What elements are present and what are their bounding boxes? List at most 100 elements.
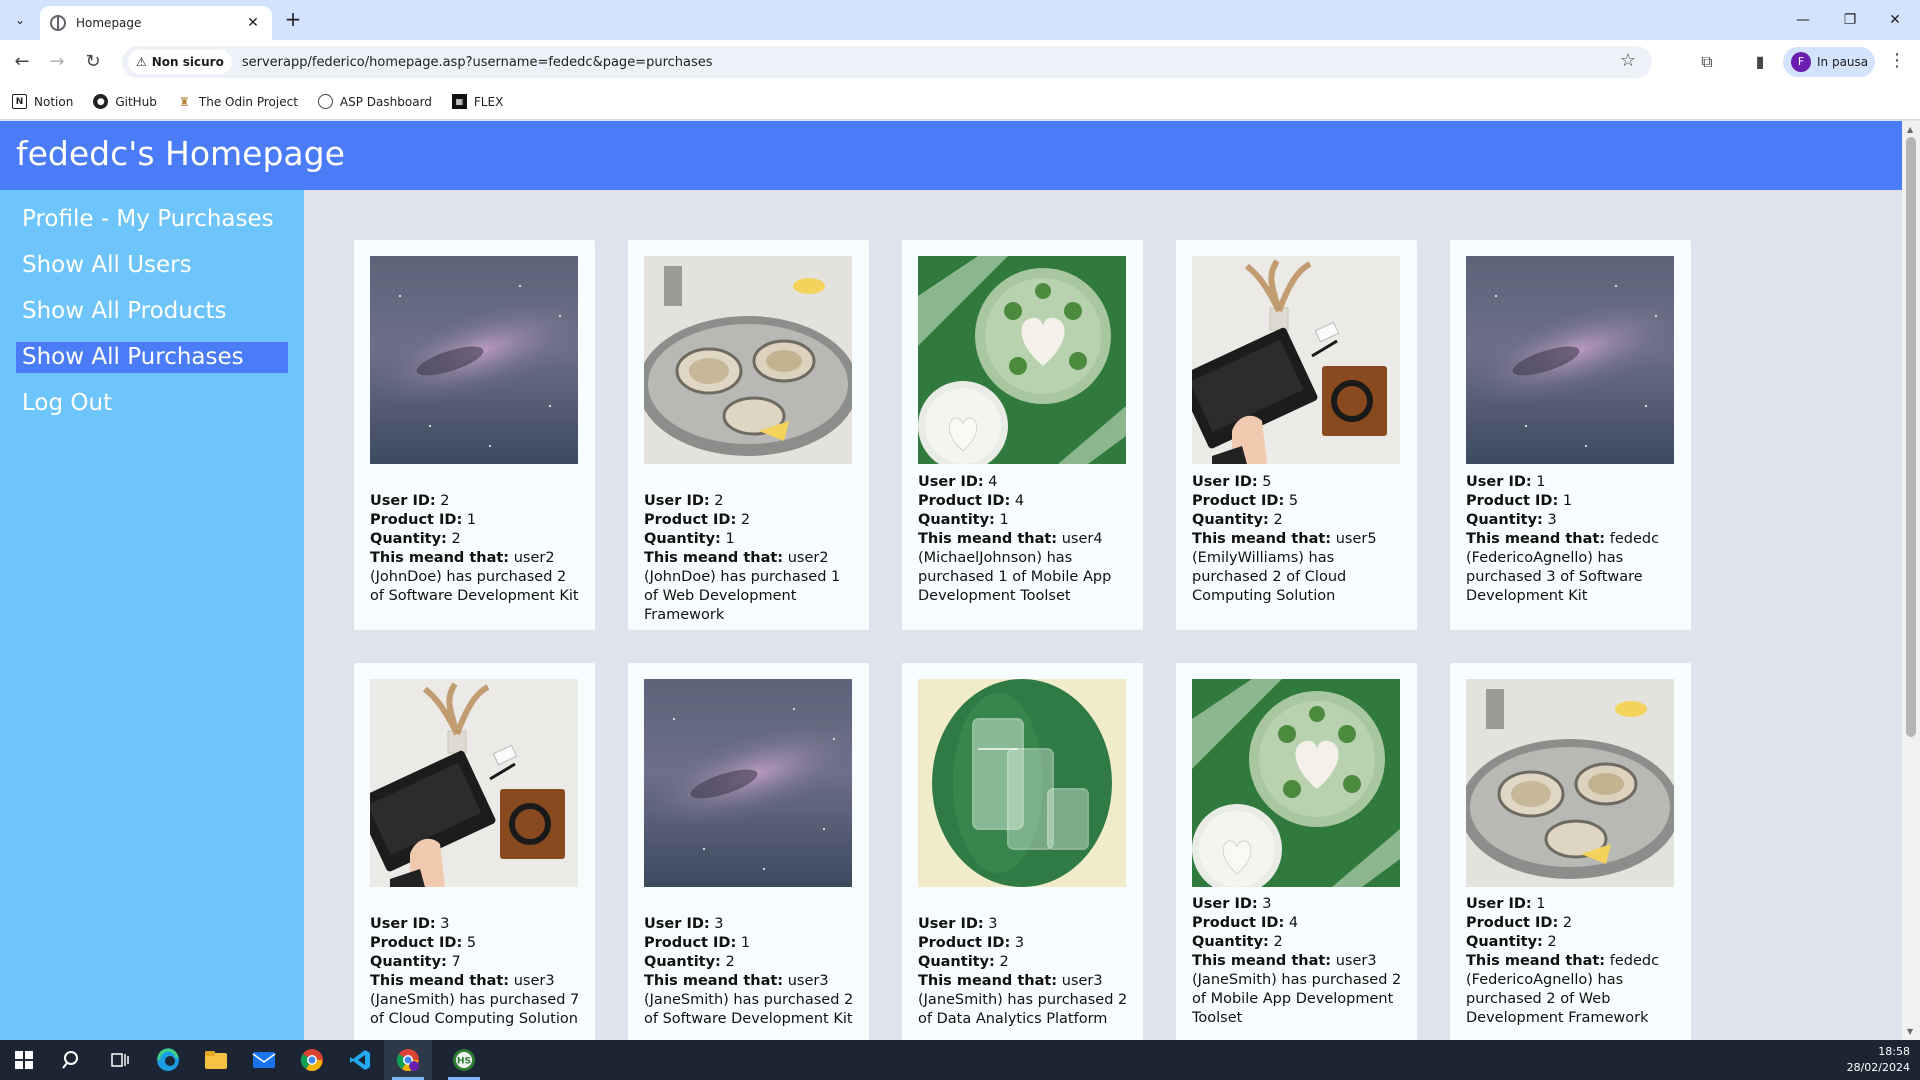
user-id-label: User ID:	[1466, 896, 1532, 912]
purchase-meaning: This meand that: fededc (FedericoAgnello…	[1466, 952, 1678, 1028]
system-clock[interactable]: 18:58 28/02/2024	[1847, 1044, 1910, 1076]
bookmark-star-icon[interactable]: ☆	[1620, 50, 1636, 71]
hs-app-icon[interactable]: HS	[440, 1040, 488, 1080]
sidebar-item-users[interactable]: Show All Users	[16, 250, 288, 281]
purchase-meaning: This meand that: fededc (FedericoAgnello…	[1466, 530, 1678, 606]
sidebar-item-profile[interactable]: Profile - My Purchases	[16, 204, 288, 235]
restore-icon[interactable]: ❐	[1827, 6, 1873, 34]
quantity-value: 1	[725, 531, 735, 547]
user-id-label: User ID:	[644, 916, 710, 932]
purchase-card: User ID: 3 Product ID: 4 Quantity: 2 This m…	[1176, 663, 1417, 1040]
product-image	[1466, 256, 1674, 464]
address-bar[interactable]: ⚠ Non sicuro serverapp/federico/homepage…	[122, 46, 1652, 78]
purchase-meaning: This meand that: user2 (JohnDoe) has pur…	[370, 549, 582, 606]
clock-date: 28/02/2024	[1846, 1061, 1910, 1074]
profile-button[interactable]: F In pausa	[1783, 47, 1875, 77]
scroll-up-icon[interactable]: ▲	[1907, 125, 1913, 134]
close-window-icon[interactable]: ✕	[1872, 6, 1918, 34]
bookmark-github[interactable]: ● GitHub	[93, 94, 157, 109]
purchase-details: User ID: 2 Product ID: 2 Quantity: 1 This m…	[644, 492, 856, 625]
product-id-label: Product ID:	[918, 935, 1011, 951]
product-id-value: 3	[1014, 935, 1025, 951]
bookmark-asp-dashboard[interactable]: ASP Dashboard	[317, 94, 432, 109]
back-icon[interactable]: ←	[8, 48, 36, 76]
reload-icon[interactable]: ↻	[79, 48, 107, 76]
extensions-icon[interactable]: ⧉	[1695, 50, 1719, 74]
edge-icon[interactable]	[144, 1040, 192, 1080]
menu-dots-icon[interactable]: ⋮	[1888, 50, 1906, 71]
warning-icon: ⚠	[136, 55, 147, 69]
quantity-line: Quantity: 2	[370, 530, 582, 549]
mail-icon[interactable]	[240, 1040, 288, 1080]
product-image	[918, 256, 1126, 464]
quantity-line: Quantity: 2	[1192, 933, 1404, 952]
purchase-card: User ID: 3 Product ID: 1 Quantity: 2 This m…	[628, 663, 869, 1040]
clock-time: 18:58	[1878, 1045, 1910, 1058]
tab-search-chevron-icon[interactable]: ⌄	[8, 8, 32, 32]
scrollbar[interactable]: ▲ ▼	[1902, 121, 1920, 1040]
sidebar-item-purchases[interactable]: Show All Purchases	[16, 342, 288, 373]
quantity-line: Quantity: 2	[1466, 933, 1678, 952]
minimize-icon[interactable]: —	[1780, 6, 1826, 34]
user-id-line: User ID: 4	[918, 473, 1130, 492]
search-icon[interactable]	[48, 1040, 96, 1080]
user-id-value: 3	[988, 916, 998, 932]
security-chip[interactable]: ⚠ Non sicuro	[128, 50, 232, 74]
meaning-label: This meand that:	[1192, 531, 1332, 547]
site-header: fededc's Homepage	[0, 121, 1902, 190]
bookmark-flex[interactable]: ▦ FLEX	[451, 94, 503, 109]
product-id-line: Product ID: 3	[918, 934, 1130, 953]
purchases-grid: User ID: 2 Product ID: 1 Quantity: 2 This m…	[304, 190, 1902, 1040]
chrome-profile-icon[interactable]	[384, 1040, 432, 1080]
product-id-label: Product ID:	[1192, 493, 1285, 509]
page-viewport: fededc's Homepage Profile - My Purchases…	[0, 121, 1920, 1040]
meaning-label: This meand that:	[1466, 531, 1606, 547]
purchase-card: User ID: 1 Product ID: 2 Quantity: 2 This m…	[1450, 663, 1691, 1040]
url-text[interactable]: serverapp/federico/homepage.asp?username…	[242, 55, 713, 70]
quantity-label: Quantity:	[1466, 934, 1543, 950]
quantity-label: Quantity:	[918, 512, 995, 528]
vscode-icon[interactable]	[336, 1040, 384, 1080]
quantity-label: Quantity:	[918, 954, 995, 970]
purchase-details: User ID: 3 Product ID: 4 Quantity: 2 This m…	[1192, 895, 1404, 1028]
task-view-icon[interactable]	[96, 1040, 144, 1080]
product-id-label: Product ID:	[644, 935, 737, 951]
browser-tab[interactable]: Homepage ✕	[40, 6, 272, 40]
new-tab-button[interactable]: +	[280, 7, 306, 33]
sidebar-item-products[interactable]: Show All Products	[16, 296, 288, 327]
product-image	[1466, 679, 1674, 887]
sidebar-item-logout[interactable]: Log Out	[16, 388, 288, 419]
quantity-label: Quantity:	[370, 954, 447, 970]
side-panel-icon[interactable]: ▮	[1748, 50, 1772, 74]
close-tab-icon[interactable]: ✕	[244, 15, 262, 31]
purchase-meaning: This meand that: user3 (JaneSmith) has p…	[918, 972, 1130, 1029]
purchase-card: User ID: 3 Product ID: 3 Quantity: 2 This m…	[902, 663, 1143, 1040]
meaning-label: This meand that:	[644, 550, 784, 566]
product-id-label: Product ID:	[644, 512, 737, 528]
user-id-label: User ID:	[1466, 474, 1532, 490]
file-explorer-icon[interactable]	[192, 1040, 240, 1080]
page-title: fededc's Homepage	[16, 134, 345, 173]
product-id-value: 1	[1562, 493, 1573, 509]
bookmark-label: Notion	[34, 94, 74, 109]
user-id-line: User ID: 2	[644, 492, 856, 511]
scroll-down-icon[interactable]: ▼	[1907, 1027, 1913, 1036]
scroll-thumb[interactable]	[1906, 137, 1916, 737]
product-id-value: 5	[466, 935, 477, 951]
quantity-value: 2	[725, 954, 735, 970]
bookmark-odin[interactable]: ♜ The Odin Project	[177, 94, 298, 109]
chrome-icon[interactable]	[288, 1040, 336, 1080]
bookmark-notion[interactable]: N Notion	[12, 94, 73, 109]
start-icon[interactable]	[0, 1040, 48, 1080]
meaning-label: This meand that:	[918, 973, 1058, 989]
forward-icon[interactable]: →	[43, 48, 71, 76]
user-id-value: 3	[440, 916, 450, 932]
quantity-label: Quantity:	[1466, 512, 1543, 528]
quantity-line: Quantity: 2	[644, 953, 856, 972]
quantity-label: Quantity:	[1192, 934, 1269, 950]
profile-status: In pausa	[1817, 55, 1869, 69]
purchase-details: User ID: 3 Product ID: 5 Quantity: 7 This m…	[370, 915, 582, 1029]
product-image	[370, 256, 578, 464]
product-image	[918, 679, 1126, 887]
product-id-label: Product ID:	[1466, 493, 1559, 509]
